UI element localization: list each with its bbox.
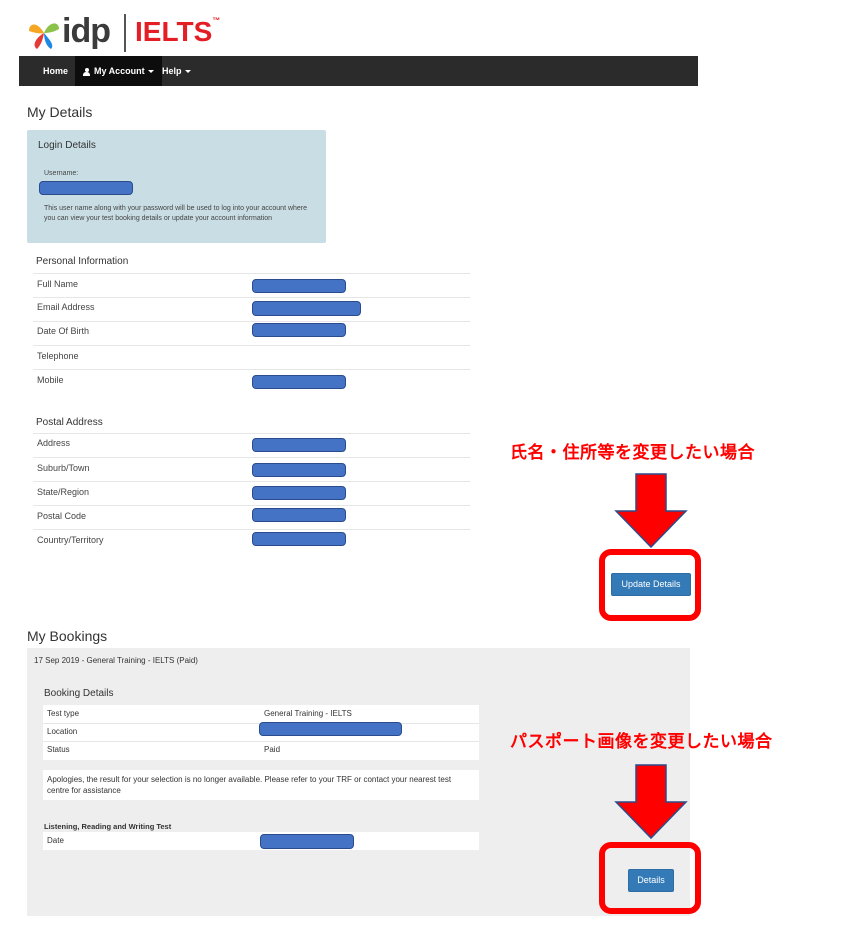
- mobile-redacted: [252, 375, 346, 389]
- apology-text: Apologies, the result for your selection…: [47, 775, 452, 795]
- username-redacted: [39, 181, 133, 195]
- telephone-label: Telephone: [37, 351, 79, 361]
- idp-logo-text: idp: [62, 12, 111, 50]
- state-redacted: [252, 486, 346, 500]
- dob-label: Date Of Birth: [37, 326, 90, 336]
- booking-header: 17 Sep 2019 - General Training - IELTS (…: [34, 656, 198, 665]
- booking-details-title: Booking Details: [44, 688, 114, 699]
- apology-box: Apologies, the result for your selection…: [43, 770, 479, 800]
- divider: [33, 529, 470, 530]
- test-title: Listening, Reading and Writing Test: [44, 822, 172, 831]
- divider: [33, 505, 470, 506]
- address-label: Address: [37, 438, 71, 448]
- arrow-down-icon: [614, 473, 688, 549]
- update-details-button[interactable]: Update Details: [611, 573, 691, 596]
- divider: [33, 481, 470, 482]
- test-type-label: Test type: [47, 709, 80, 718]
- booking-details-button[interactable]: Details: [628, 869, 674, 892]
- postal-code-label: Postal Code: [37, 511, 87, 521]
- idp-logo-mark: [27, 15, 61, 51]
- test-type-value: General Training - IELTS: [264, 709, 352, 718]
- divider: [33, 433, 470, 434]
- nav-my-account-label: My Account: [94, 66, 145, 76]
- my-details-title: My Details: [27, 104, 93, 120]
- status-value: Paid: [264, 745, 281, 754]
- caret-down-icon: [184, 70, 191, 74]
- location-label: Location: [47, 727, 78, 736]
- country-redacted: [252, 532, 346, 546]
- login-details-title: Login Details: [38, 140, 96, 151]
- annotation-change-details: 氏名・住所等を変更したい場合: [510, 443, 755, 463]
- postal-code-redacted: [252, 508, 346, 522]
- caret-down-icon: [147, 70, 154, 74]
- personal-info-title: Personal Information: [36, 256, 129, 267]
- arrow-down-icon: [614, 764, 688, 840]
- full-name-redacted: [252, 279, 346, 293]
- ielts-logo-text: IELTS: [135, 16, 213, 47]
- suburb-redacted: [252, 463, 346, 477]
- email-label: Email Address: [37, 302, 95, 312]
- user-icon: [83, 67, 90, 76]
- top-navbar: Home My Account Help: [19, 56, 698, 86]
- login-note: This user name along with your password …: [44, 205, 308, 222]
- country-label: Country/Territory: [37, 535, 104, 545]
- dob-redacted: [252, 323, 346, 337]
- divider: [33, 457, 470, 458]
- divider: [33, 273, 470, 274]
- divider: [33, 297, 470, 298]
- location-redacted: [259, 722, 402, 736]
- annotation-change-passport: パスポート画像を変更したい場合: [510, 732, 773, 752]
- suburb-label: Suburb/Town: [37, 463, 90, 473]
- ielts-logo: IELTS™: [135, 16, 220, 48]
- full-name-label: Full Name: [37, 279, 79, 289]
- date-redacted: [260, 834, 354, 849]
- mobile-label: Mobile: [37, 375, 64, 385]
- nav-my-account[interactable]: My Account: [75, 56, 162, 86]
- divider: [43, 741, 479, 742]
- divider: [33, 345, 470, 346]
- divider: [33, 369, 470, 370]
- address-redacted: [252, 438, 346, 452]
- state-label: State/Region: [37, 487, 90, 497]
- my-bookings-title: My Bookings: [27, 628, 108, 644]
- email-redacted: [252, 301, 361, 316]
- nav-help[interactable]: Help: [162, 56, 202, 86]
- logo-divider: [124, 14, 126, 52]
- status-label: Status: [47, 745, 70, 754]
- trademark-mark: ™: [212, 16, 221, 25]
- booking-details-table: Test type General Training - IELTS Locat…: [43, 705, 479, 760]
- username-label: Username:: [44, 170, 79, 177]
- postal-address-title: Postal Address: [36, 417, 103, 428]
- nav-help-label: Help: [162, 66, 182, 76]
- test-date-table: Date: [43, 832, 479, 850]
- divider: [33, 321, 470, 322]
- date-label: Date: [47, 836, 64, 845]
